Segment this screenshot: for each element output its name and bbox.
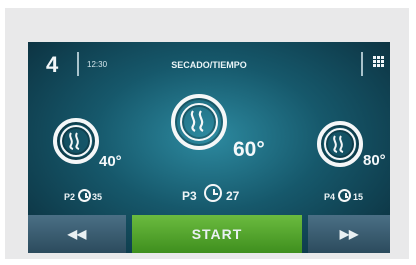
program-minutes: 27 [226, 189, 240, 203]
bottom-controls: ◀◀ START ▶▶ [28, 215, 390, 253]
clock-icon [204, 184, 222, 202]
screen-title: SECADO/TIEMPO [171, 60, 247, 70]
grid-icon[interactable] [373, 56, 385, 68]
device-frame: 4 12:30 SECADO/TIEMPO 40° P2 35 60° P3 2… [5, 8, 409, 259]
steam-icon [69, 132, 80, 150]
start-button[interactable]: START [132, 215, 302, 253]
clock-icon [338, 189, 351, 202]
program-minutes: 35 [92, 192, 103, 202]
program-minutes: 15 [353, 192, 364, 202]
program-label: P3 [182, 189, 197, 203]
previous-button[interactable]: ◀◀ [28, 215, 126, 253]
program-label: P4 [324, 192, 336, 202]
next-button[interactable]: ▶▶ [308, 215, 390, 253]
clock-icon [78, 189, 91, 202]
top-bar: 4 12:30 SECADO/TIEMPO [28, 42, 390, 84]
program-temp: 40° [99, 153, 122, 170]
steam-icon [333, 135, 344, 153]
program-temp: 80° [363, 152, 386, 169]
program-label: P2 [64, 192, 76, 202]
steam-icon [190, 110, 204, 132]
control-screen: 4 12:30 SECADO/TIEMPO 40° P2 35 60° P3 2… [28, 42, 390, 253]
program-temp: 60° [233, 138, 265, 161]
divider-right [361, 52, 363, 76]
